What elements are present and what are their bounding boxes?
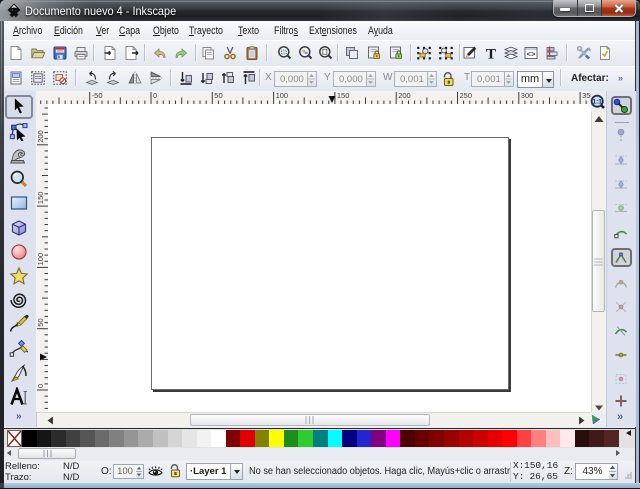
- svg-text:300: 300: [521, 91, 534, 100]
- svg-text:50: 50: [214, 91, 222, 100]
- svg-text:-50: -50: [92, 91, 103, 100]
- svg-text:50: 50: [36, 318, 45, 326]
- svg-text:<>: <>: [526, 52, 536, 60]
- svg-text:100: 100: [36, 253, 45, 266]
- svg-text:T: T: [486, 47, 496, 62]
- svg-text:150: 150: [36, 192, 45, 205]
- svg-text:0: 0: [153, 91, 157, 100]
- svg-text:250: 250: [460, 91, 473, 100]
- svg-text:150: 150: [337, 91, 350, 100]
- svg-text:200: 200: [398, 91, 411, 100]
- svg-text:200: 200: [36, 130, 45, 143]
- svg-text:100: 100: [276, 91, 289, 100]
- svg-text:1:1: 1:1: [592, 99, 602, 106]
- svg-text:0: 0: [36, 384, 45, 388]
